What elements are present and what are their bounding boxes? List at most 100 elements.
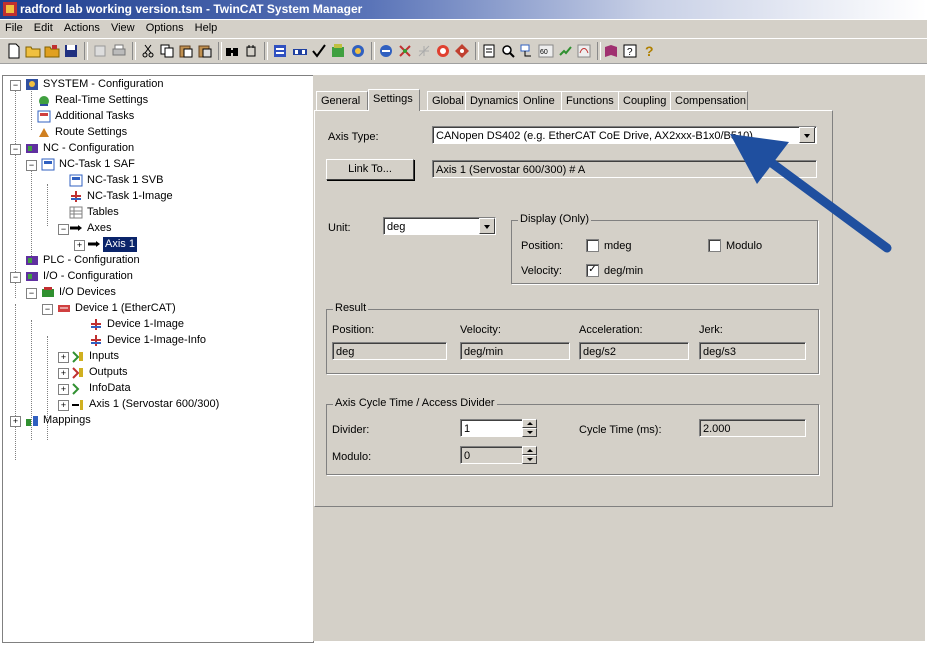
menu-actions[interactable]: Actions <box>61 20 103 34</box>
tree-item-inputs[interactable]: Inputs <box>87 349 121 364</box>
tree-item-nc-task-1-image[interactable]: NC-Task 1-Image <box>85 189 175 204</box>
cycle-time-value: 2.000 <box>699 419 806 437</box>
toggle-free-run-icon[interactable] <box>416 43 432 59</box>
tree-expand-toggle[interactable]: + <box>58 384 69 395</box>
new-file-icon[interactable] <box>6 43 22 59</box>
check-configuration-icon[interactable] <box>292 43 308 59</box>
cycle-time-label: Cycle Time (ms): <box>579 424 662 436</box>
plc-login-icon[interactable] <box>557 43 573 59</box>
ethercat-device-icon <box>58 305 70 312</box>
tree-item-device-1-image[interactable]: Device 1-Image <box>105 317 186 332</box>
tree-expand-toggle[interactable]: + <box>58 368 69 379</box>
set-run-mode-icon[interactable] <box>330 43 346 59</box>
mappings-icon <box>26 416 38 426</box>
result-jerk-value: deg/s3 <box>699 342 806 360</box>
target-system-icon[interactable] <box>454 43 470 59</box>
tree-item-nc-task-1-svb[interactable]: NC-Task 1 SVB <box>85 173 165 188</box>
menu-file[interactable]: File <box>2 20 26 34</box>
inputs-icon <box>72 351 83 363</box>
tree-collapse-toggle[interactable]: − <box>10 144 21 155</box>
tree-item-device-1-ethercat[interactable]: Device 1 (EtherCAT) <box>73 301 178 316</box>
activate-configuration-icon[interactable] <box>311 43 327 59</box>
tab-general[interactable]: General <box>316 91 368 110</box>
result-acceleration-label: Acceleration: <box>579 324 643 336</box>
show-online-data-icon[interactable] <box>481 43 497 59</box>
configuration-tree[interactable]: − SYSTEM - Configuration Real-Time Setti… <box>2 75 314 643</box>
divider-spinner[interactable] <box>522 419 537 437</box>
unit-dropdown-button[interactable] <box>479 218 495 234</box>
print-icon[interactable] <box>111 43 127 59</box>
paste-with-links-icon[interactable] <box>197 43 213 59</box>
cut-icon[interactable] <box>140 43 156 59</box>
tree-item-additional-tasks[interactable]: Additional Tasks <box>53 109 136 124</box>
paste-icon[interactable] <box>178 43 194 59</box>
tree-item-axis-1[interactable]: Axis 1 <box>103 237 137 252</box>
save-icon[interactable] <box>63 43 79 59</box>
tree-expand-toggle[interactable]: + <box>74 240 85 251</box>
unit-label: Unit: <box>328 222 351 234</box>
tree-item-outputs[interactable]: Outputs <box>87 365 130 380</box>
find-next-icon[interactable] <box>243 43 259 59</box>
mdeg-checkbox[interactable] <box>586 239 599 252</box>
tree-collapse-toggle[interactable]: − <box>10 80 21 91</box>
tree-item-io-configuration[interactable]: I/O - Configuration <box>41 269 135 284</box>
zoom-icon[interactable] <box>500 43 516 59</box>
tree-item-infodata[interactable]: InfoData <box>87 381 133 396</box>
tree-item-axes[interactable]: Axes <box>85 221 113 236</box>
tab-online[interactable]: Online <box>518 91 564 110</box>
show-sub-items-icon[interactable] <box>519 43 535 59</box>
tab-global[interactable]: Global <box>427 91 468 110</box>
tree-item-io-devices[interactable]: I/O Devices <box>57 285 118 300</box>
change-netid-icon[interactable] <box>435 43 451 59</box>
tree-item-tables[interactable]: Tables <box>85 205 121 220</box>
tree-item-plc-configuration[interactable]: PLC - Configuration <box>41 253 142 268</box>
open-folder-icon[interactable] <box>25 43 41 59</box>
plc-logout-icon[interactable] <box>576 43 592 59</box>
copy-icon[interactable] <box>159 43 175 59</box>
tree-item-route-settings[interactable]: Route Settings <box>53 125 129 140</box>
context-help-icon[interactable]: ? <box>641 43 657 59</box>
menu-edit[interactable]: Edit <box>31 20 56 34</box>
scope-icon[interactable]: 60 <box>538 43 554 59</box>
tree-item-axis-1-servostar[interactable]: Axis 1 (Servostar 600/300) <box>87 397 221 412</box>
find-icon[interactable] <box>224 43 240 59</box>
tree-expand-toggle[interactable]: + <box>10 416 21 427</box>
reload-devices-icon[interactable] <box>378 43 394 59</box>
tab-compensation[interactable]: Compensation <box>670 91 748 110</box>
tree-item-real-time-settings[interactable]: Real-Time Settings <box>53 93 150 108</box>
open-project-icon[interactable] <box>44 43 60 59</box>
tree-collapse-toggle[interactable]: − <box>10 272 21 283</box>
help-book-icon[interactable] <box>603 43 619 59</box>
tree-item-mappings[interactable]: Mappings <box>41 413 93 428</box>
restart-config-mode-icon[interactable] <box>350 43 366 59</box>
menu-options[interactable]: Options <box>143 20 187 34</box>
print-preview-icon[interactable] <box>92 43 108 59</box>
tab-functions[interactable]: Functions <box>561 91 621 110</box>
menu-help[interactable]: Help <box>192 20 221 34</box>
divider-label: Divider: <box>332 424 370 436</box>
tree-item-nc-task-1-saf[interactable]: NC-Task 1 SAF <box>57 157 137 172</box>
tree-item-nc-configuration[interactable]: NC - Configuration <box>41 141 136 156</box>
modulo-checkbox[interactable] <box>708 239 721 252</box>
about-icon[interactable]: ? <box>622 43 638 59</box>
link-to-button[interactable]: Link To... <box>326 159 414 180</box>
tree-collapse-toggle[interactable]: − <box>26 160 37 171</box>
menu-view[interactable]: View <box>108 20 138 34</box>
tab-dynamics[interactable]: Dynamics <box>465 91 521 110</box>
tree-collapse-toggle[interactable]: − <box>26 288 37 299</box>
tab-coupling[interactable]: Coupling <box>618 91 673 110</box>
tree-collapse-toggle[interactable]: − <box>58 224 69 235</box>
generate-mappings-icon[interactable] <box>272 43 288 59</box>
tree-collapse-toggle[interactable]: − <box>42 304 53 315</box>
axis-cycle-time-group-label: Axis Cycle Time / Access Divider <box>333 397 497 409</box>
tree-item-system-configuration[interactable]: SYSTEM - Configuration <box>41 77 165 92</box>
spin-up-icon[interactable] <box>522 419 537 428</box>
tab-settings[interactable]: Settings <box>368 89 420 111</box>
tree-item-device-1-image-info[interactable]: Device 1-Image-Info <box>105 333 208 348</box>
spin-down-icon[interactable] <box>522 428 537 437</box>
tree-expand-toggle[interactable]: + <box>58 352 69 363</box>
tree-expand-toggle[interactable]: + <box>58 400 69 411</box>
degmin-checkbox[interactable]: ✓ <box>586 264 599 277</box>
scan-devices-icon[interactable] <box>397 43 413 59</box>
twincat-app-icon <box>3 2 17 16</box>
